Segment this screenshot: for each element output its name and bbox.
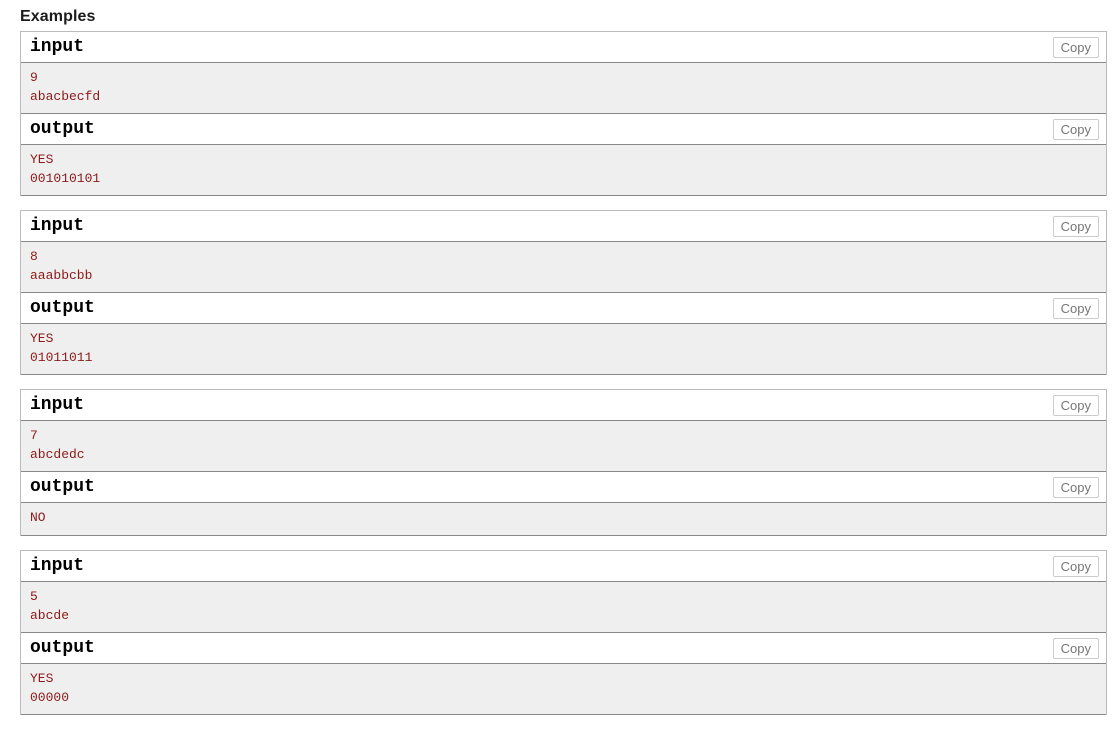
input-label: input — [30, 37, 85, 57]
input-title-row: input Copy — [21, 32, 1106, 63]
input-title-row: input Copy — [21, 390, 1106, 421]
output-data: NO — [21, 503, 1106, 536]
copy-input-button[interactable]: Copy — [1052, 556, 1099, 577]
page-title: Examples — [20, 8, 96, 25]
output-label: output — [30, 298, 95, 318]
output-title-row: output Copy — [21, 472, 1106, 503]
sample-test-block: input Copy 8 aaabbcbb output Copy YES 01… — [20, 210, 1107, 375]
input-data: 7 abcdedc — [21, 421, 1106, 472]
output-title-row: output Copy — [21, 633, 1106, 664]
output-label: output — [30, 638, 95, 658]
output-title-row: output Copy — [21, 293, 1106, 324]
sample-test-block: input Copy 9 abacbecfd output Copy YES 0… — [20, 31, 1107, 196]
copy-input-button[interactable]: Copy — [1052, 395, 1099, 416]
output-data: YES 01011011 — [21, 324, 1106, 375]
copy-output-button[interactable]: Copy — [1052, 298, 1099, 319]
copy-output-button[interactable]: Copy — [1052, 477, 1099, 498]
input-label: input — [30, 395, 85, 415]
sample-tests-list: input Copy 9 abacbecfd output Copy YES 0… — [0, 31, 1115, 715]
copy-output-button[interactable]: Copy — [1052, 119, 1099, 140]
sample-test-block: input Copy 7 abcdedc output Copy NO — [20, 389, 1107, 536]
output-label: output — [30, 119, 95, 139]
sample-test-block: input Copy 5 abcde output Copy YES 00000 — [20, 550, 1107, 715]
examples-section: Examples input Copy 9 abacbecfd output C… — [0, 0, 1115, 715]
output-data: YES 001010101 — [21, 145, 1106, 196]
input-title-row: input Copy — [21, 211, 1106, 242]
input-label: input — [30, 216, 85, 236]
output-data: YES 00000 — [21, 664, 1106, 715]
copy-input-button[interactable]: Copy — [1052, 216, 1099, 237]
input-data: 9 abacbecfd — [21, 63, 1106, 114]
input-data: 8 aaabbcbb — [21, 242, 1106, 293]
input-data: 5 abcde — [21, 582, 1106, 633]
output-title-row: output Copy — [21, 114, 1106, 145]
input-title-row: input Copy — [21, 551, 1106, 582]
copy-input-button[interactable]: Copy — [1052, 37, 1099, 58]
output-label: output — [30, 477, 95, 497]
copy-output-button[interactable]: Copy — [1052, 638, 1099, 659]
input-label: input — [30, 556, 85, 576]
